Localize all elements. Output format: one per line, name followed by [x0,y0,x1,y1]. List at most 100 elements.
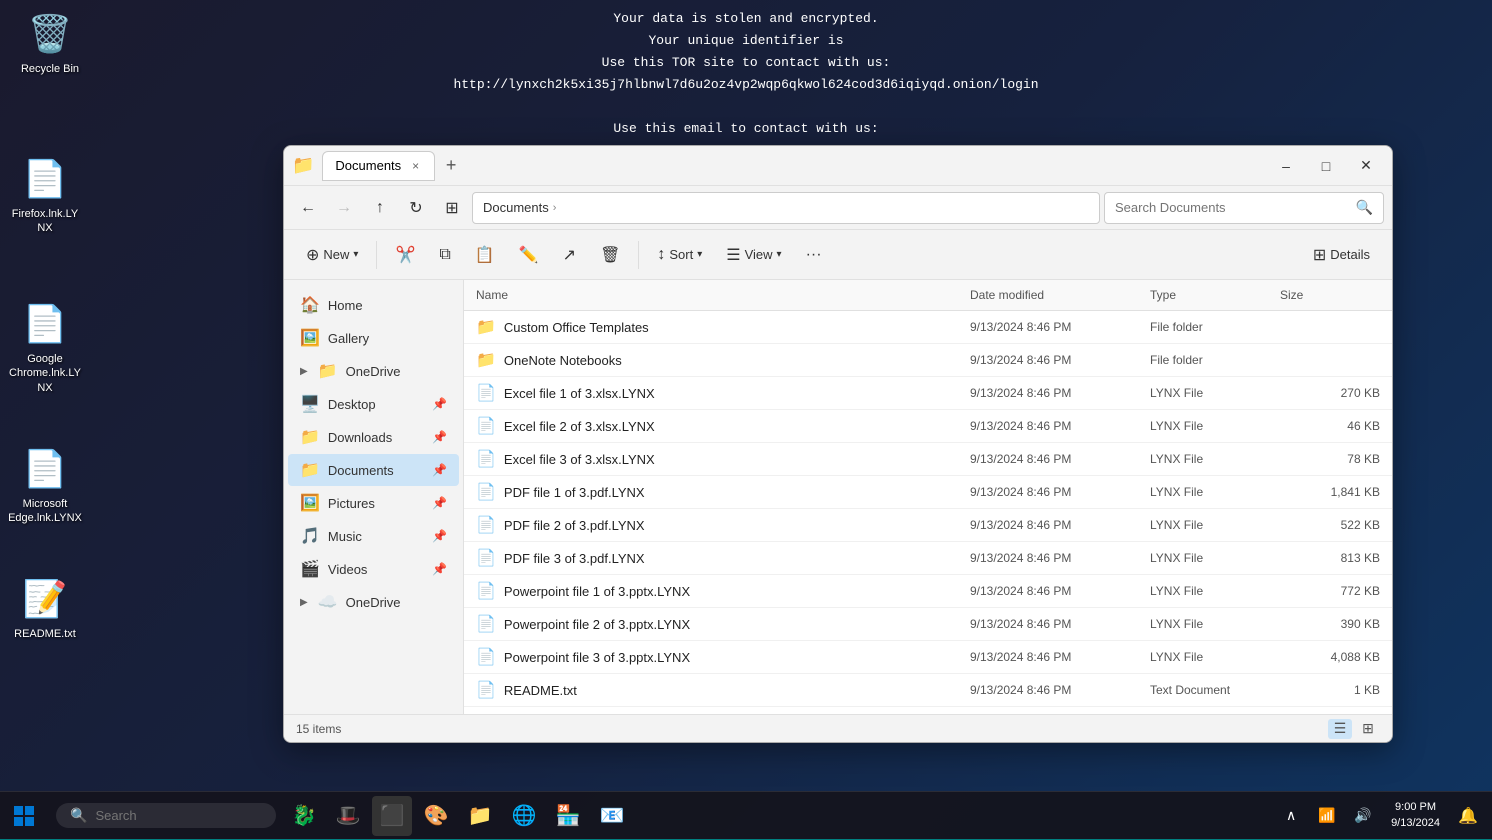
refresh-button[interactable]: ↻ [400,192,432,224]
table-row[interactable]: 📁 OneNote Notebooks 9/13/2024 8:46 PM Fi… [464,344,1392,377]
grid-view-toggle[interactable]: ⊞ [1356,719,1380,739]
more-button[interactable]: ··· [796,240,832,270]
taskbar-search-input[interactable] [95,808,255,823]
delete-button[interactable]: 🗑 [590,239,630,271]
file-rows-container: 📁 Custom Office Templates 9/13/2024 8:46… [464,311,1392,707]
details-button[interactable]: ⊞ Details [1303,239,1380,271]
desktop-icon-readme[interactable]: 📝 README.txt [5,575,85,641]
taskbar-icon-dragon[interactable]: 🐉 [284,796,324,836]
taskbar-icon-hat[interactable]: 🎩 [328,796,368,836]
taskbar-icon-folder[interactable]: 📁 [460,796,500,836]
view-button[interactable]: ☰ View ▾ [716,239,791,271]
sidebar-documents-label: Documents [328,463,394,478]
sort-label: Sort [669,247,693,262]
sidebar-item-pictures[interactable]: 🖼️ Pictures 📌 [288,487,459,519]
tab-close-button[interactable]: × [409,158,422,174]
file-icon: 📄 [476,449,496,469]
taskbar-icon-paint[interactable]: 🎨 [416,796,456,836]
start-button[interactable] [0,792,48,840]
file-list: Name Date modified Type Size 📁 Custom Of… [464,280,1392,714]
minimize-button[interactable]: – [1268,151,1304,181]
sidebar-desktop-label: Desktop [328,397,376,412]
sidebar-item-gallery[interactable]: 🖼️ Gallery [288,322,459,354]
sidebar-item-desktop[interactable]: 🖥️ Desktop 📌 [288,388,459,420]
documents-tab[interactable]: Documents × [322,151,435,181]
desktop-icon-chrome[interactable]: 📄 GoogleChrome.lnk.LYNX [5,300,85,395]
list-view-toggle[interactable]: ☰ [1328,719,1352,739]
table-row[interactable]: 📄 Powerpoint file 1 of 3.pptx.LYNX 9/13/… [464,575,1392,608]
rename-button[interactable]: ✏️ [509,239,549,271]
desktop-pin-icon: 📌 [432,397,447,411]
toolbar: ⊕ New ▾ ✂️ ⧉ 📋 ✏️ ↗ 🗑 [284,230,1392,280]
table-row[interactable]: 📄 Excel file 1 of 3.xlsx.LYNX 9/13/2024 … [464,377,1392,410]
table-row[interactable]: 📄 PDF file 3 of 3.pdf.LYNX 9/13/2024 8:4… [464,542,1392,575]
taskbar-icon-vault[interactable]: ⬛ [372,796,412,836]
item-count: 15 items [296,722,341,736]
col-date[interactable]: Date modified [970,288,1150,302]
table-row[interactable]: 📄 Powerpoint file 2 of 3.pptx.LYNX 9/13/… [464,608,1392,641]
paste-button[interactable]: 📋 [465,239,505,271]
taskbar-search-icon: 🔍 [70,807,87,824]
file-name: Powerpoint file 2 of 3.pptx.LYNX [504,617,690,632]
new-button[interactable]: ⊕ New ▾ [296,239,368,271]
table-row[interactable]: 📄 Excel file 3 of 3.xlsx.LYNX 9/13/2024 … [464,443,1392,476]
desktop-icon-msedge[interactable]: 📄 MicrosoftEdge.lnk.LYNX [5,445,85,526]
sidebar-item-downloads[interactable]: 📁 Downloads 📌 [288,421,459,453]
file-name: PDF file 3 of 3.pdf.LYNX [504,551,645,566]
file-name: Excel file 1 of 3.xlsx.LYNX [504,386,655,401]
file-type: LYNX File [1150,452,1280,466]
taskbar-icon-store[interactable]: 🏪 [548,796,588,836]
col-size[interactable]: Size [1280,288,1380,302]
file-name-cell: 📄 Powerpoint file 2 of 3.pptx.LYNX [476,614,970,634]
sidebar-item-home[interactable]: 🏠 Home [288,289,459,321]
taskbar-tray: ∧ 📶 🔊 9:00 PM 9/13/2024 🔔 [1275,796,1492,836]
file-type: LYNX File [1150,419,1280,433]
maximize-button[interactable]: □ [1308,151,1344,181]
search-input[interactable] [1115,200,1350,215]
toolbar-right: ⊞ Details [1303,239,1380,271]
ransom-line4: http://lynxch2k5xi35j7hlbnwl7d6u2oz4vp2w… [0,74,1492,96]
table-row[interactable]: 📄 PDF file 2 of 3.pdf.LYNX 9/13/2024 8:4… [464,509,1392,542]
up-button[interactable]: ↑ [364,192,396,224]
close-button[interactable]: ✕ [1348,151,1384,181]
more-icon: ··· [806,246,822,264]
add-tab-button[interactable]: + [437,152,465,180]
view-switcher-button[interactable]: ⊞ [436,192,468,224]
sidebar-item-onedrive-top[interactable]: ▶ 📁 OneDrive [288,355,459,387]
sort-button[interactable]: ↕ Sort ▾ [647,240,712,270]
col-type[interactable]: Type [1150,288,1280,302]
explorer-window: 📁 Documents × + – □ ✕ ← → ↑ ↻ ⊞ Document [283,145,1393,743]
back-button[interactable]: ← [292,192,324,224]
copy-button[interactable]: ⧉ [429,240,460,270]
search-box[interactable]: 🔍 [1104,192,1384,224]
col-name[interactable]: Name [476,288,970,302]
sidebar-item-music[interactable]: 🎵 Music 📌 [288,520,459,552]
taskbar-clock[interactable]: 9:00 PM 9/13/2024 [1383,800,1448,831]
readme-label: README.txt [14,627,76,641]
table-row[interactable]: 📄 Excel file 2 of 3.xlsx.LYNX 9/13/2024 … [464,410,1392,443]
view-icon: ☰ [726,245,740,265]
file-type: File folder [1150,320,1280,334]
taskbar-icon-outlook[interactable]: 📧 [592,796,632,836]
cut-button[interactable]: ✂️ [385,239,425,271]
tray-chevron[interactable]: ∧ [1275,796,1307,836]
table-row[interactable]: 📄 Powerpoint file 3 of 3.pptx.LYNX 9/13/… [464,641,1392,674]
breadcrumb[interactable]: Documents › [472,192,1100,224]
taskbar-search-box[interactable]: 🔍 [56,803,276,828]
table-row[interactable]: 📄 PDF file 1 of 3.pdf.LYNX 9/13/2024 8:4… [464,476,1392,509]
pictures-pin-icon: 📌 [432,496,447,510]
taskbar-icon-edge[interactable]: 🌐 [504,796,544,836]
sidebar-item-documents[interactable]: 📁 Documents 📌 [288,454,459,486]
tray-network[interactable]: 📶 [1311,796,1343,836]
share-button[interactable]: ↗ [553,239,586,271]
forward-button[interactable]: → [328,192,360,224]
notification-bell[interactable]: 🔔 [1452,796,1484,836]
sidebar-item-onedrive-bottom[interactable]: ▶ ☁️ OneDrive [288,586,459,618]
tray-sound[interactable]: 🔊 [1347,796,1379,836]
table-row[interactable]: 📁 Custom Office Templates 9/13/2024 8:46… [464,311,1392,344]
sidebar-item-videos[interactable]: 🎬 Videos 📌 [288,553,459,585]
file-type: LYNX File [1150,386,1280,400]
table-row[interactable]: 📄 README.txt 9/13/2024 8:46 PM Text Docu… [464,674,1392,707]
search-icon[interactable]: 🔍 [1356,199,1373,216]
msedge-label: MicrosoftEdge.lnk.LYNX [8,497,82,526]
